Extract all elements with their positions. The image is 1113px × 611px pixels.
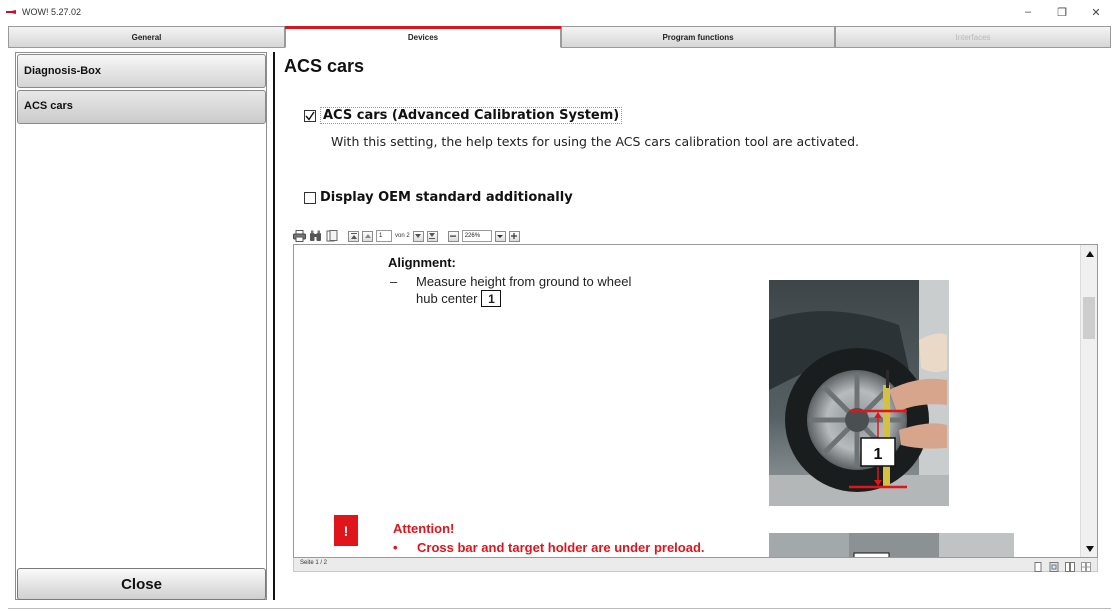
application-window: WOW! 5.27.02 – ❐ ✕ General Devices Progr…	[0, 0, 1113, 611]
pane-divider	[273, 52, 275, 600]
wheel-measurement-photo: 1	[769, 280, 949, 506]
first-page-icon[interactable]	[348, 230, 359, 242]
single-page-view-icon[interactable]	[1033, 559, 1043, 572]
binoculars-search-icon[interactable]	[309, 230, 322, 243]
print-icon[interactable]	[293, 230, 306, 243]
checkmark-icon	[305, 111, 315, 121]
page-count-label: von 2	[395, 233, 410, 239]
acs-cars-option[interactable]: ACS cars (Advanced Calibration System)	[304, 107, 623, 124]
photo-callout-label: 1	[874, 446, 883, 463]
tab-interfaces: Interfaces	[835, 26, 1111, 48]
two-page-continuous-view-icon[interactable]	[1081, 559, 1091, 572]
restore-button[interactable]: ❐	[1045, 0, 1079, 24]
previous-page-icon[interactable]	[362, 230, 373, 242]
zoom-out-icon[interactable]	[447, 230, 459, 242]
page-layout-icon[interactable]	[325, 230, 338, 243]
zoom-level-input[interactable]: 226%	[461, 230, 492, 242]
sidebar-item-diagnosis-box[interactable]: Diagnosis-Box	[17, 54, 266, 88]
tab-general[interactable]: General	[8, 26, 285, 48]
window-bottom-border	[8, 608, 1111, 609]
callout-number-box: 1	[481, 290, 502, 307]
pdf-bullet-line1: – Measure height from ground to wheel	[390, 274, 632, 289]
zoom-dropdown-chevron-down-icon[interactable]	[494, 230, 506, 242]
tab-program-functions[interactable]: Program functions	[561, 26, 835, 48]
page-title: ACS cars	[284, 56, 365, 76]
title-bar: WOW! 5.27.02 – ❐ ✕	[0, 0, 1113, 24]
oem-standard-checkbox[interactable]	[304, 191, 316, 204]
acs-cars-checkbox[interactable]	[304, 109, 316, 122]
main-tabs: General Devices Program functions Interf…	[8, 26, 1111, 48]
tab-devices[interactable]: Devices	[285, 26, 561, 48]
warning-icon: !	[334, 515, 358, 546]
pdf-document-view[interactable]: Alignment: – Measure height from ground t…	[293, 244, 1098, 558]
page-number-input[interactable]: 1	[376, 230, 392, 242]
next-page-icon[interactable]	[412, 230, 424, 242]
minimize-button[interactable]: –	[1011, 0, 1045, 24]
close-button[interactable]: Close	[17, 568, 266, 600]
acs-cars-label[interactable]: ACS cars (Advanced Calibration System)	[320, 107, 623, 124]
oem-standard-option[interactable]: Display OEM standard additionally	[304, 190, 573, 205]
oem-standard-label[interactable]: Display OEM standard additionally	[320, 190, 573, 205]
close-window-button[interactable]: ✕	[1079, 0, 1113, 24]
pdf-vertical-scrollbar[interactable]	[1080, 245, 1097, 557]
second-photo-partial	[769, 533, 1014, 557]
page-status-text: Seite 1 / 2	[300, 560, 328, 566]
acs-cars-description: With this setting, the help texts for us…	[331, 134, 859, 149]
pdf-heading: Alignment:	[388, 255, 456, 270]
pdf-bullet-line2: hub center 1	[416, 290, 502, 307]
scrollbar-thumb[interactable]	[1083, 297, 1095, 339]
zoom-in-icon[interactable]	[508, 230, 520, 242]
pdf-toolbar: 1 von 2 226%	[293, 228, 520, 244]
app-logo-icon	[6, 8, 16, 16]
attention-title: Attention!	[393, 521, 455, 536]
scroll-down-icon[interactable]	[1082, 541, 1097, 556]
two-page-view-icon[interactable]	[1065, 559, 1075, 572]
last-page-icon[interactable]	[426, 230, 438, 242]
continuous-view-icon[interactable]	[1049, 559, 1059, 572]
pdf-status-bar: Seite 1 / 2	[293, 558, 1098, 572]
device-list-panel: Diagnosis-Box ACS cars Close	[15, 52, 267, 600]
attention-item: • Cross bar and target holder are under p…	[393, 540, 705, 555]
window-title: WOW! 5.27.02	[22, 7, 82, 17]
scroll-up-icon[interactable]	[1082, 246, 1097, 261]
sidebar-item-acs-cars[interactable]: ACS cars	[17, 90, 266, 124]
